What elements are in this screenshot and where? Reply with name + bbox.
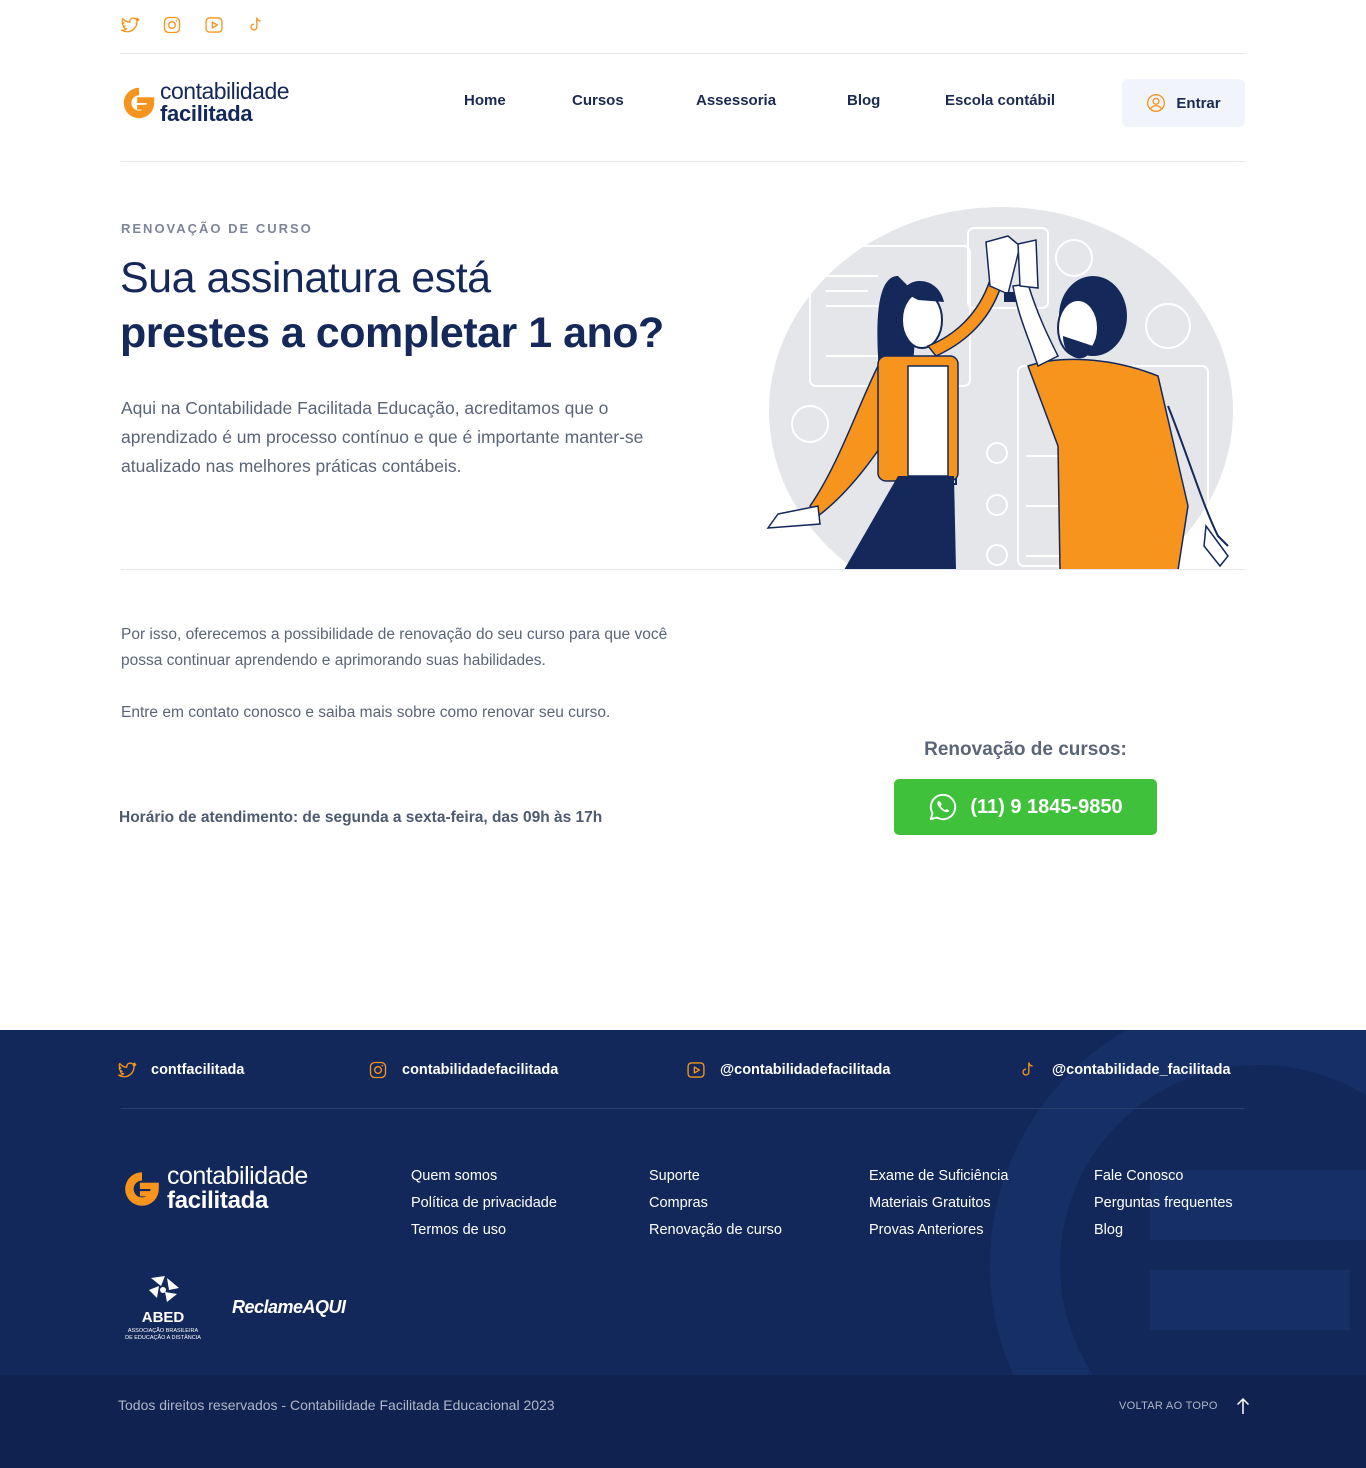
footer-column-1: Quem somos Política de privacidade Termo…: [411, 1163, 557, 1244]
tiktok-icon: [1022, 1062, 1033, 1076]
tiktok-handle: @contabilidade_facilitada: [1052, 1062, 1231, 1078]
site-footer: contfacilitada contabilidadefacilitada @…: [0, 1030, 1366, 1468]
footer-logo[interactable]: contabilidade facilitada: [121, 1164, 308, 1213]
instagram-icon[interactable]: [162, 15, 182, 35]
footer-link-exame-suficiencia[interactable]: Exame de Suficiência: [869, 1163, 1008, 1190]
nav-item-assessoria[interactable]: Assessoria: [696, 92, 776, 109]
hero-title-line2: prestes a completar 1 ano?: [120, 309, 664, 357]
footer-link-termos-uso[interactable]: Termos de uso: [411, 1217, 557, 1244]
hero-intro: Aqui na Contabilidade Facilitada Educaçã…: [121, 398, 644, 476]
footer-bottom-bar: Todos direitos reservados - Contabilidad…: [0, 1375, 1366, 1468]
instagram-icon: [369, 1061, 387, 1079]
footer-social-twitter[interactable]: contfacilitada: [117, 1060, 244, 1080]
whatsapp-number: (11) 9 1845-9850: [970, 795, 1123, 818]
twitter-handle: contfacilitada: [151, 1062, 245, 1078]
logo-line1: contabilidade: [160, 78, 290, 104]
hero-divider: [121, 569, 1245, 570]
footer-link-fale-conosco[interactable]: Fale Conosco: [1094, 1163, 1233, 1190]
footer-link-perguntas-frequentes[interactable]: Perguntas frequentes: [1094, 1190, 1233, 1217]
abed-logo[interactable]: ABED ASSOCIAÇÃO BRASILEIRA DE EDUCAÇÃO A…: [121, 1274, 206, 1344]
instagram-handle: contabilidadefacilitada: [402, 1062, 559, 1078]
footer-social-tiktok[interactable]: @contabilidade_facilitada: [1018, 1060, 1231, 1080]
footer-column-2: Suporte Compras Renovação de curso: [649, 1163, 782, 1244]
whatsapp-button[interactable]: (11) 9 1845-9850: [894, 779, 1157, 835]
nav-item-blog[interactable]: Blog: [847, 92, 880, 109]
footer-column-3: Exame de Suficiência Materiais Gratuitos…: [869, 1163, 1008, 1244]
footer-social-instagram[interactable]: contabilidadefacilitada: [368, 1060, 558, 1080]
abed-subtitle-2: DE EDUCAÇÃO A DISTÂNCIA: [125, 1334, 201, 1341]
login-label: Entrar: [1176, 94, 1221, 112]
footer-divider: [121, 1108, 1244, 1109]
header-logo[interactable]: contabilidade facilitada: [120, 78, 290, 126]
user-icon: [1147, 94, 1166, 112]
renewal-paragraph: Por isso, oferecemos a possibilidade de …: [121, 626, 668, 669]
twitter-icon: [118, 1062, 137, 1078]
high-five-illustration: [766, 207, 1233, 570]
logo-mark-icon: [125, 1171, 159, 1206]
abed-name: ABED: [142, 1309, 185, 1326]
footer-link-materiais-gratuitos[interactable]: Materiais Gratuitos: [869, 1190, 1008, 1217]
nav-item-home[interactable]: Home: [464, 92, 506, 109]
footer-link-suporte[interactable]: Suporte: [649, 1163, 782, 1190]
back-to-top-link[interactable]: VOLTAR AO TOPO: [1119, 1397, 1250, 1415]
youtube-handle: @contabilidadefacilitada: [720, 1062, 891, 1078]
footer-link-renovacao-curso[interactable]: Renovação de curso: [649, 1217, 782, 1244]
reclame-aqui-logo[interactable]: ReclameAQUI: [232, 1297, 346, 1318]
back-to-top-label: VOLTAR AO TOPO: [1119, 1400, 1218, 1412]
nav-item-escola-contabil[interactable]: Escola contábil: [945, 92, 1055, 109]
copyright-text: Todos direitos reservados - Contabilidad…: [118, 1397, 555, 1413]
footer-link-quem-somos[interactable]: Quem somos: [411, 1163, 557, 1190]
abed-emblem-icon: [149, 1276, 179, 1302]
footer-link-politica-privacidade[interactable]: Política de privacidade: [411, 1190, 557, 1217]
footer-logo-line2: facilitada: [167, 1187, 269, 1214]
login-button[interactable]: Entrar: [1122, 79, 1245, 127]
twitter-icon[interactable]: [120, 15, 140, 35]
footer-column-4: Fale Conosco Perguntas frequentes Blog: [1094, 1163, 1233, 1244]
contact-paragraph: Entre em contato conosco e saiba mais so…: [121, 704, 611, 721]
header-divider: [120, 161, 1245, 162]
service-hours: Horário de atendimento: de segunda a sex…: [119, 809, 603, 826]
hero-eyebrow: RENOVAÇÃO DE CURSO: [121, 221, 313, 236]
footer-link-blog[interactable]: Blog: [1094, 1217, 1233, 1244]
footer-social-youtube[interactable]: @contabilidadefacilitada: [686, 1060, 890, 1080]
renewal-title: Renovação de cursos:: [924, 739, 1127, 760]
arrow-up-icon: [1236, 1397, 1249, 1414]
footer-logo-line1: contabilidade: [167, 1162, 308, 1190]
tiktok-icon[interactable]: [246, 15, 266, 35]
footer-link-provas-anteriores[interactable]: Provas Anteriores: [869, 1217, 1008, 1244]
logo-mark-icon: [123, 87, 155, 118]
logo-line2: facilitada: [160, 101, 253, 126]
youtube-icon: [687, 1062, 705, 1078]
nav-item-cursos[interactable]: Cursos: [572, 92, 624, 109]
footer-link-compras[interactable]: Compras: [649, 1190, 782, 1217]
top-social-bar: [120, 15, 266, 35]
top-divider: [120, 53, 1245, 54]
whatsapp-icon: [930, 793, 957, 821]
youtube-icon[interactable]: [204, 15, 224, 35]
abed-subtitle-1: ASSOCIAÇÃO BRASILEIRA: [128, 1327, 199, 1334]
hero-title-line1: Sua assinatura está: [120, 254, 491, 302]
